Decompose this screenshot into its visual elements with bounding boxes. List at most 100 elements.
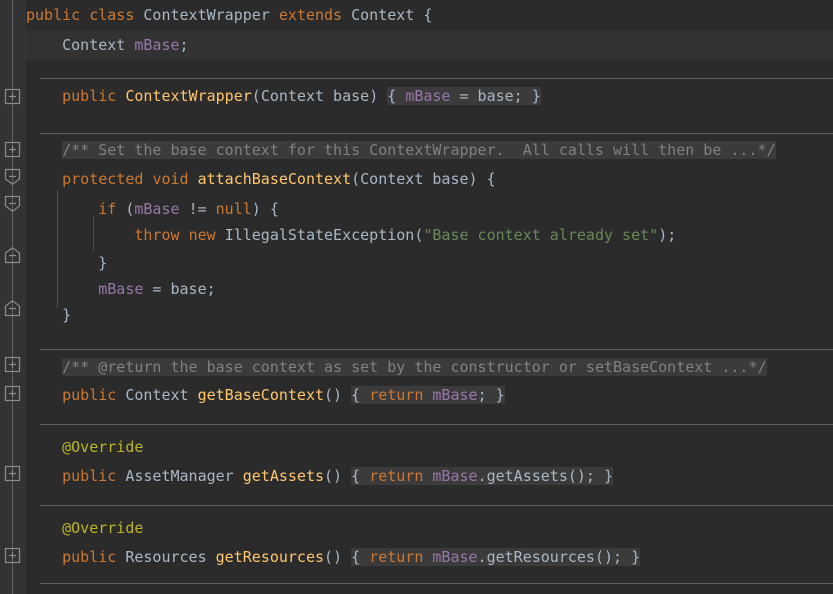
code-token: void: [152, 170, 189, 188]
code-token: }: [531, 87, 541, 105]
fold-collapse-minus-icon[interactable]: [4, 247, 21, 264]
fold-expand-plus-icon[interactable]: [4, 547, 21, 564]
code-token: mBase: [432, 386, 478, 404]
code-token: "Base context already set": [423, 226, 659, 244]
code-token: attachBaseContext: [197, 170, 352, 188]
fold-collapse-minus-icon[interactable]: [4, 195, 21, 212]
fold-expand-plus-icon[interactable]: [4, 88, 21, 105]
fold-collapse-minus-icon[interactable]: [4, 300, 21, 317]
code-token: getResources: [215, 548, 325, 566]
code-token: ): [369, 87, 388, 105]
code-token: Context: [62, 36, 126, 54]
code-line[interactable]: /** Set the base context for this Contex…: [0, 135, 833, 165]
code-token: = base;: [143, 280, 216, 298]
code-line[interactable]: @Override: [0, 513, 833, 543]
code-line[interactable]: public class ContextWrapper extends Cont…: [0, 0, 833, 30]
folded-method-body[interactable]: { mBase = base; }: [387, 87, 541, 105]
folded-method-body[interactable]: { return mBase.getAssets(); }: [351, 467, 614, 485]
code-token: {: [387, 87, 406, 105]
code-token: {: [414, 6, 433, 24]
folded-javadoc-comment[interactable]: /** Set the base context for this Contex…: [62, 141, 776, 159]
code-token: .: [477, 548, 487, 566]
code-line[interactable]: throw new IllegalStateException("Base co…: [0, 220, 833, 250]
code-token: return: [369, 386, 424, 404]
code-token: ();: [567, 467, 604, 485]
code-token: @Override: [62, 438, 144, 456]
code-token: {: [351, 386, 370, 404]
code-line[interactable]: @Override: [0, 432, 833, 462]
folded-method-body[interactable]: { return mBase.getResources(); }: [351, 548, 641, 566]
code-token: mBase: [432, 467, 478, 485]
folded-method-body[interactable]: { return mBase; }: [351, 386, 505, 404]
code-token: Context: [125, 386, 189, 404]
code-token: getBaseContext: [197, 386, 325, 404]
code-token: (: [116, 200, 135, 218]
code-line[interactable]: public Resources getResources() { return…: [0, 542, 833, 572]
fold-collapse-minus-icon[interactable]: [4, 168, 21, 185]
fold-spine-line: [12, 0, 13, 96]
code-token: if: [98, 200, 117, 218]
code-line[interactable]: Context mBase;: [0, 30, 833, 60]
code-token: {: [351, 467, 370, 485]
code-token: (): [324, 548, 352, 566]
code-token: ;: [179, 36, 189, 54]
code-token: return: [369, 467, 424, 485]
fold-expand-plus-icon[interactable]: [4, 141, 21, 158]
code-token: public: [62, 467, 117, 485]
code-token: getAssets: [486, 467, 568, 485]
fold-expand-plus-icon[interactable]: [4, 465, 21, 482]
code-token: mBase: [405, 87, 451, 105]
code-line[interactable]: public AssetManager getAssets() { return…: [0, 461, 833, 491]
fold-expand-plus-icon[interactable]: [4, 356, 21, 373]
code-token: ();: [594, 548, 632, 566]
code-token: null: [215, 200, 252, 218]
code-token: {: [351, 548, 370, 566]
code-token: );: [658, 226, 677, 244]
code-token: }: [62, 306, 72, 324]
code-token: Context: [360, 170, 424, 188]
code-line[interactable]: public Context getBaseContext() { return…: [0, 380, 833, 410]
code-token: mBase: [134, 200, 180, 218]
code-line[interactable]: protected void attachBaseContext(Context…: [0, 164, 833, 194]
code-token: @Override: [62, 519, 144, 537]
code-line[interactable]: }: [0, 300, 833, 330]
code-text-area[interactable]: public class ContextWrapper extends Cont…: [0, 0, 833, 594]
code-line[interactable]: /** @return the base context as set by t…: [0, 352, 833, 382]
fold-expand-plus-icon[interactable]: [4, 385, 21, 402]
code-token: getAssets: [242, 467, 325, 485]
code-token: mBase: [134, 36, 180, 54]
folded-javadoc-comment[interactable]: /** @return the base context as set by t…: [62, 358, 767, 376]
code-line[interactable]: public ContextWrapper(Context base) { mB…: [0, 81, 833, 111]
code-token: (): [324, 467, 352, 485]
code-editor[interactable]: public class ContextWrapper extends Cont…: [0, 0, 833, 594]
code-token: (): [324, 386, 352, 404]
code-token: IllegalStateException: [224, 226, 415, 244]
code-token: public: [62, 548, 117, 566]
code-token: base: [423, 170, 469, 188]
code-token: = base;: [450, 87, 532, 105]
code-token: (: [351, 170, 361, 188]
